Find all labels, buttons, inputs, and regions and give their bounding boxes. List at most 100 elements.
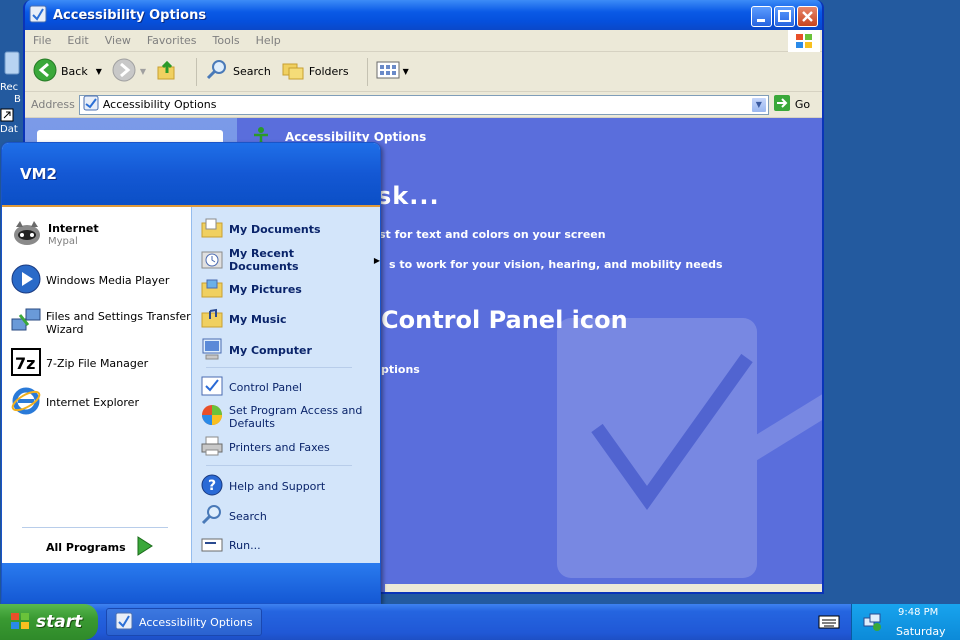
recent-7zip-label: 7-Zip File Manager bbox=[46, 357, 149, 370]
printer-icon bbox=[200, 435, 224, 460]
my-computer-label: My Computer bbox=[229, 344, 312, 357]
back-dropdown-icon[interactable]: ▼ bbox=[96, 67, 102, 76]
control-panel-label: Control Panel bbox=[229, 381, 302, 394]
menu-help[interactable]: Help bbox=[256, 34, 281, 47]
task-link-1[interactable]: st for text and colors on your screen bbox=[379, 228, 606, 241]
pinned-internet-label: Internet bbox=[48, 221, 99, 235]
back-button[interactable]: Back ▼ bbox=[33, 58, 102, 85]
taskbar-button-label: Accessibility Options bbox=[139, 615, 253, 629]
forward-button[interactable]: ▼ bbox=[112, 58, 146, 85]
address-dropdown-icon[interactable]: ▼ bbox=[750, 96, 767, 113]
pinned-internet-sub: Mypal bbox=[48, 235, 78, 247]
folders-icon bbox=[281, 58, 305, 85]
views-button[interactable]: ▼ bbox=[376, 60, 409, 83]
menu-favorites[interactable]: Favorites bbox=[147, 34, 197, 47]
start-menu-left: Internet Mypal Windows Media Player Files… bbox=[2, 207, 191, 563]
help-support-item[interactable]: ? Help and Support bbox=[200, 473, 325, 500]
run-icon bbox=[200, 533, 224, 558]
right-divider-2 bbox=[206, 465, 352, 466]
svg-text:?: ? bbox=[208, 478, 216, 494]
views-icon bbox=[376, 60, 400, 83]
my-recent-documents-label: My Recent Documents bbox=[229, 247, 299, 273]
7zip-icon: 7z bbox=[10, 347, 42, 380]
internet-explorer-icon bbox=[10, 385, 42, 420]
views-dropdown-icon: ▼ bbox=[402, 67, 409, 76]
control-panel-item[interactable]: Control Panel bbox=[200, 375, 302, 400]
start-menu: VM2 Internet Mypal Windows Media Player F… bbox=[1, 142, 381, 604]
recent-internet-explorer[interactable]: Internet Explorer bbox=[10, 385, 139, 420]
folders-button[interactable]: Folders bbox=[281, 58, 349, 85]
my-computer-item[interactable]: My Computer bbox=[200, 337, 312, 364]
search-button[interactable]: Search bbox=[205, 58, 271, 85]
recent-transfer-wizard-label-2: Wizard bbox=[46, 322, 84, 336]
go-label: Go bbox=[794, 98, 811, 111]
my-documents-label: My Documents bbox=[229, 223, 321, 236]
go-arrow-icon bbox=[773, 94, 791, 115]
menu-bar: File Edit View Favorites Tools Help bbox=[25, 30, 822, 52]
menu-file[interactable]: File bbox=[33, 34, 51, 47]
back-label: Back bbox=[61, 65, 88, 78]
recent-media-player[interactable]: Windows Media Player bbox=[10, 263, 169, 298]
right-divider-1 bbox=[206, 367, 352, 368]
toolbar: Back ▼ ▼ Search Folders ▼ bbox=[25, 52, 822, 92]
go-button[interactable]: Go bbox=[773, 94, 810, 115]
my-pictures-label: My Pictures bbox=[229, 283, 302, 296]
start-label: start bbox=[36, 612, 83, 632]
start-menu-right: My Documents My Recent Documents ▶ My Pi… bbox=[191, 207, 380, 563]
windows-logo-icon bbox=[788, 30, 820, 52]
menu-edit[interactable]: Edit bbox=[67, 34, 88, 47]
keyboard-icon[interactable] bbox=[818, 612, 840, 633]
title-bar[interactable]: Accessibility Options bbox=[25, 0, 822, 30]
start-search-label: Search bbox=[229, 510, 267, 523]
icon-link-1[interactable]: ptions bbox=[381, 363, 420, 376]
printers-faxes-item[interactable]: Printers and Faxes bbox=[200, 435, 330, 460]
recent-transfer-wizard-label: Files and Settings Transfer bbox=[46, 309, 191, 323]
address-bar: Address Accessibility Options ▼ Go bbox=[25, 92, 822, 118]
taskbar: start Accessibility Options 9:48 PM Satu… bbox=[0, 604, 960, 640]
my-recent-documents-item[interactable]: My Recent Documents ▶ bbox=[200, 247, 380, 273]
start-button[interactable]: start bbox=[0, 604, 98, 640]
address-input[interactable]: Accessibility Options ▼ bbox=[78, 94, 769, 115]
back-arrow-icon bbox=[33, 58, 57, 85]
maximize-button[interactable] bbox=[774, 6, 795, 27]
search-icon bbox=[205, 58, 229, 85]
accessibility-icon bbox=[29, 5, 47, 26]
all-programs-divider bbox=[22, 527, 168, 528]
recent-7zip[interactable]: 7z 7-Zip File Manager bbox=[10, 347, 148, 380]
clock-time[interactable]: 9:48 PM bbox=[898, 607, 938, 618]
minimize-button[interactable] bbox=[751, 6, 772, 27]
pinned-internet[interactable]: Internet Mypal bbox=[10, 217, 99, 252]
close-button[interactable] bbox=[797, 6, 818, 27]
svg-text:7z: 7z bbox=[15, 354, 35, 373]
menu-view[interactable]: View bbox=[105, 34, 131, 47]
my-music-label: My Music bbox=[229, 313, 287, 326]
up-folder-button[interactable] bbox=[156, 59, 178, 84]
set-program-access-item[interactable]: Set Program Access and Defaults bbox=[200, 403, 362, 430]
my-music-icon bbox=[200, 307, 224, 332]
all-programs-button[interactable]: All Programs bbox=[46, 535, 154, 560]
run-label: Run... bbox=[229, 539, 261, 552]
recent-transfer-wizard[interactable]: Files and Settings Transfer Wizard bbox=[10, 305, 191, 340]
set-program-access-label-2: Defaults bbox=[229, 416, 275, 430]
horizontal-scrollbar[interactable] bbox=[385, 584, 822, 592]
raccoon-icon bbox=[10, 217, 44, 252]
system-tray: 9:48 PM Saturday bbox=[851, 604, 960, 640]
task-link-2[interactable]: s to work for your vision, hearing, and … bbox=[389, 258, 723, 271]
menu-tools[interactable]: Tools bbox=[213, 34, 240, 47]
my-music-item[interactable]: My Music bbox=[200, 307, 287, 332]
my-recent-documents-icon bbox=[200, 248, 224, 273]
recent-internet-explorer-label: Internet Explorer bbox=[46, 396, 139, 409]
my-documents-item[interactable]: My Documents bbox=[200, 217, 321, 242]
green-arrow-icon bbox=[136, 535, 154, 560]
my-computer-icon bbox=[200, 337, 224, 364]
forward-dropdown-icon[interactable]: ▼ bbox=[140, 67, 146, 76]
checkmark-watermark-icon bbox=[557, 318, 822, 578]
network-icon[interactable] bbox=[862, 612, 882, 635]
taskbar-button-accessibility[interactable]: Accessibility Options bbox=[106, 608, 262, 636]
start-search-item[interactable]: Search bbox=[200, 503, 267, 530]
my-pictures-item[interactable]: My Pictures bbox=[200, 277, 302, 302]
user-name: VM2 bbox=[20, 165, 57, 183]
up-folder-icon bbox=[156, 59, 178, 84]
toolbar-separator-2 bbox=[366, 57, 368, 86]
run-item[interactable]: Run... bbox=[200, 533, 261, 558]
